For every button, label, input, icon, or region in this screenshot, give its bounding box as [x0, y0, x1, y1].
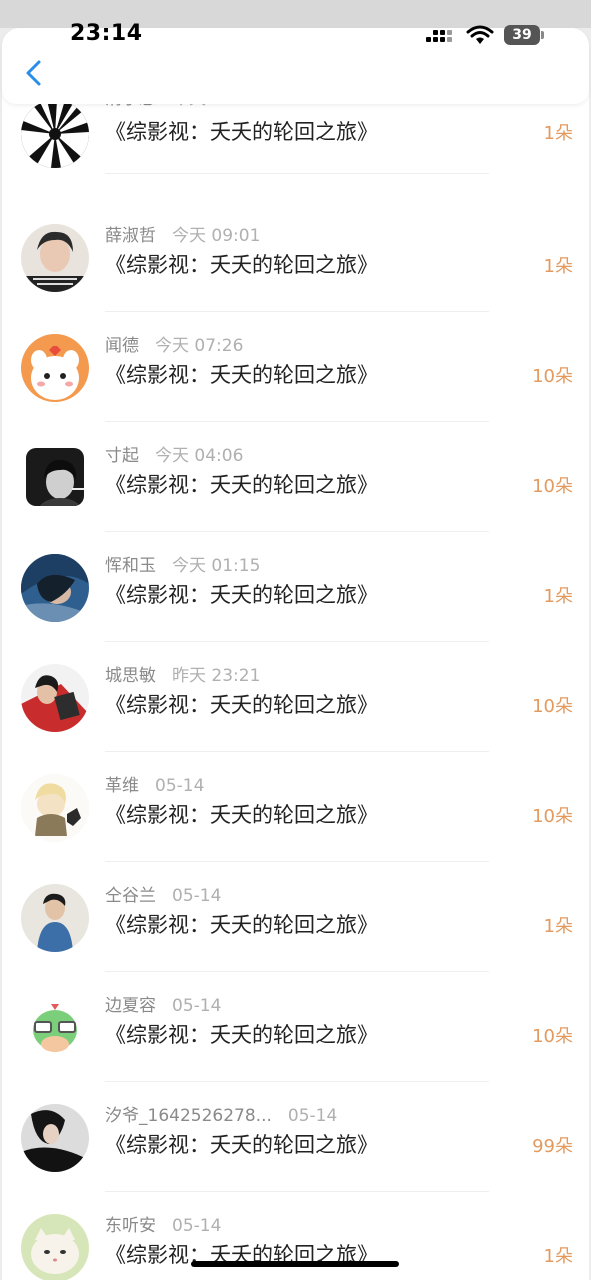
home-indicator[interactable] [191, 1261, 399, 1267]
user-name: 恽和玉 [105, 556, 156, 576]
list-item[interactable]: 城思敏 昨天 23:21 《综影视：夭夭的轮回之旅》 10朵 [2, 642, 589, 752]
avatar-image [21, 1214, 89, 1280]
timestamp: 05-14 [287, 1106, 338, 1126]
avatar[interactable] [21, 664, 89, 732]
avatar[interactable] [21, 774, 89, 842]
avatar-image [21, 664, 89, 732]
gift-amount: 1朵 [543, 916, 573, 937]
clock: 23:14 [70, 21, 143, 46]
status-bar: 23:14 39 [0, 0, 591, 52]
list-item[interactable]: 消子息今天 20:25 《综影视：夭夭的轮回之旅》 1朵 [2, 89, 589, 202]
book-title: 《综影视：夭夭的轮回之旅》 [105, 693, 378, 717]
timestamp: 05-14 [172, 996, 222, 1016]
avatar-image [21, 1104, 89, 1172]
timestamp: 今天 09:01 [172, 226, 261, 246]
timestamp: 05-14 [155, 776, 205, 796]
chevron-left-icon [26, 60, 41, 86]
battery-indicator: 39 [504, 25, 544, 45]
back-button[interactable] [20, 58, 50, 88]
avatar-image [21, 554, 89, 622]
avatar-image [21, 100, 89, 168]
wifi-icon [466, 24, 494, 46]
item-meta: 仝谷兰 05-14 [105, 881, 222, 906]
list-item[interactable]: 闻德 今天 07:26 《综影视：夭夭的轮回之旅》 10朵 [2, 312, 589, 422]
item-meta: 汐爷_1642526278... 05-14 [105, 1101, 338, 1126]
gift-amount: 10朵 [532, 806, 573, 827]
item-meta: 东听安 05-14 [105, 1211, 222, 1236]
item-meta: 边夏容 05-14 [105, 991, 222, 1016]
avatar-image [26, 448, 84, 506]
timestamp: 今天 04:06 [155, 446, 244, 466]
list-item[interactable]: 仝谷兰 05-14 《综影视：夭夭的轮回之旅》 1朵 [2, 862, 589, 972]
cellular-signal-icon [426, 28, 456, 46]
avatar[interactable] [21, 884, 89, 952]
avatar[interactable] [21, 554, 89, 622]
item-meta: 恽和玉 今天 01:15 [105, 551, 261, 576]
gift-amount: 10朵 [532, 366, 573, 387]
gift-amount: 1朵 [543, 586, 573, 607]
gift-amount: 1朵 [543, 123, 573, 144]
avatar-image [21, 224, 89, 292]
gift-amount: 10朵 [532, 476, 573, 497]
timestamp: 昨天 23:21 [172, 666, 261, 686]
gift-amount: 99朵 [532, 1136, 573, 1157]
user-name: 闻德 [105, 336, 139, 356]
timestamp: 05-14 [172, 1216, 222, 1236]
book-title: 《综影视：夭夭的轮回之旅》 [105, 120, 378, 144]
avatar[interactable] [21, 1104, 89, 1172]
user-name: 城思敏 [105, 666, 156, 686]
item-meta: 革维 05-14 [105, 771, 205, 796]
avatar-image [21, 884, 89, 952]
book-title: 《综影视：夭夭的轮回之旅》 [105, 583, 378, 607]
book-title: 《综影视：夭夭的轮回之旅》 [105, 1023, 378, 1047]
item-meta: 寸起 今天 04:06 [105, 441, 244, 466]
gift-amount: 10朵 [532, 1026, 573, 1047]
timestamp: 今天 07:26 [155, 336, 244, 356]
gift-amount: 10朵 [532, 696, 573, 717]
user-name: 薛淑哲 [105, 226, 156, 246]
book-title: 《综影视：夭夭的轮回之旅》 [105, 363, 378, 387]
item-meta: 城思敏 昨天 23:21 [105, 661, 261, 686]
avatar[interactable] [26, 448, 84, 506]
timestamp: 今天 01:15 [172, 556, 261, 576]
avatar[interactable] [21, 1214, 89, 1280]
list-item[interactable]: 边夏容 05-14 《综影视：夭夭的轮回之旅》 10朵 [2, 972, 589, 1082]
avatar[interactable] [21, 334, 89, 402]
avatar[interactable] [21, 224, 89, 292]
list-item[interactable]: 薛淑哲 今天 09:01 《综影视：夭夭的轮回之旅》 1朵 [2, 202, 589, 312]
list-item[interactable]: 汐爷_1642526278... 05-14 《综影视：夭夭的轮回之旅》 99朵 [2, 1082, 589, 1192]
avatar[interactable] [21, 100, 89, 168]
avatar-image [21, 774, 89, 842]
book-title: 《综影视：夭夭的轮回之旅》 [105, 913, 378, 937]
item-meta: 闻德 今天 07:26 [105, 331, 244, 356]
user-name: 革维 [105, 776, 139, 796]
list-item[interactable]: 寸起 今天 04:06 《综影视：夭夭的轮回之旅》 10朵 [2, 422, 589, 532]
book-title: 《综影视：夭夭的轮回之旅》 [105, 803, 378, 827]
book-title: 《综影视：夭夭的轮回之旅》 [105, 253, 378, 277]
timestamp: 05-14 [172, 886, 222, 906]
user-name: 东听安 [105, 1216, 156, 1236]
gift-amount: 1朵 [543, 256, 573, 277]
user-name: 边夏容 [105, 996, 156, 1016]
user-name: 仝谷兰 [105, 886, 156, 906]
user-name: 汐爷_1642526278... [105, 1106, 272, 1126]
list-item[interactable]: 革维 05-14 《综影视：夭夭的轮回之旅》 10朵 [2, 752, 589, 862]
user-name: 寸起 [105, 446, 139, 466]
gift-amount: 1朵 [543, 1246, 573, 1267]
avatar-image [21, 994, 89, 1062]
avatar-image [21, 334, 89, 402]
list-item[interactable]: 恽和玉 今天 01:15 《综影视：夭夭的轮回之旅》 1朵 [2, 532, 589, 642]
gift-list-panel: 消子息今天 20:25 《综影视：夭夭的轮回之旅》 1朵 薛淑哲今天 09:01… [2, 28, 589, 1280]
book-title: 《综影视：夭夭的轮回之旅》 [105, 473, 378, 497]
item-meta: 薛淑哲 今天 09:01 [105, 221, 261, 246]
avatar[interactable] [21, 994, 89, 1062]
book-title: 《综影视：夭夭的轮回之旅》 [105, 1133, 378, 1157]
divider [105, 173, 489, 174]
